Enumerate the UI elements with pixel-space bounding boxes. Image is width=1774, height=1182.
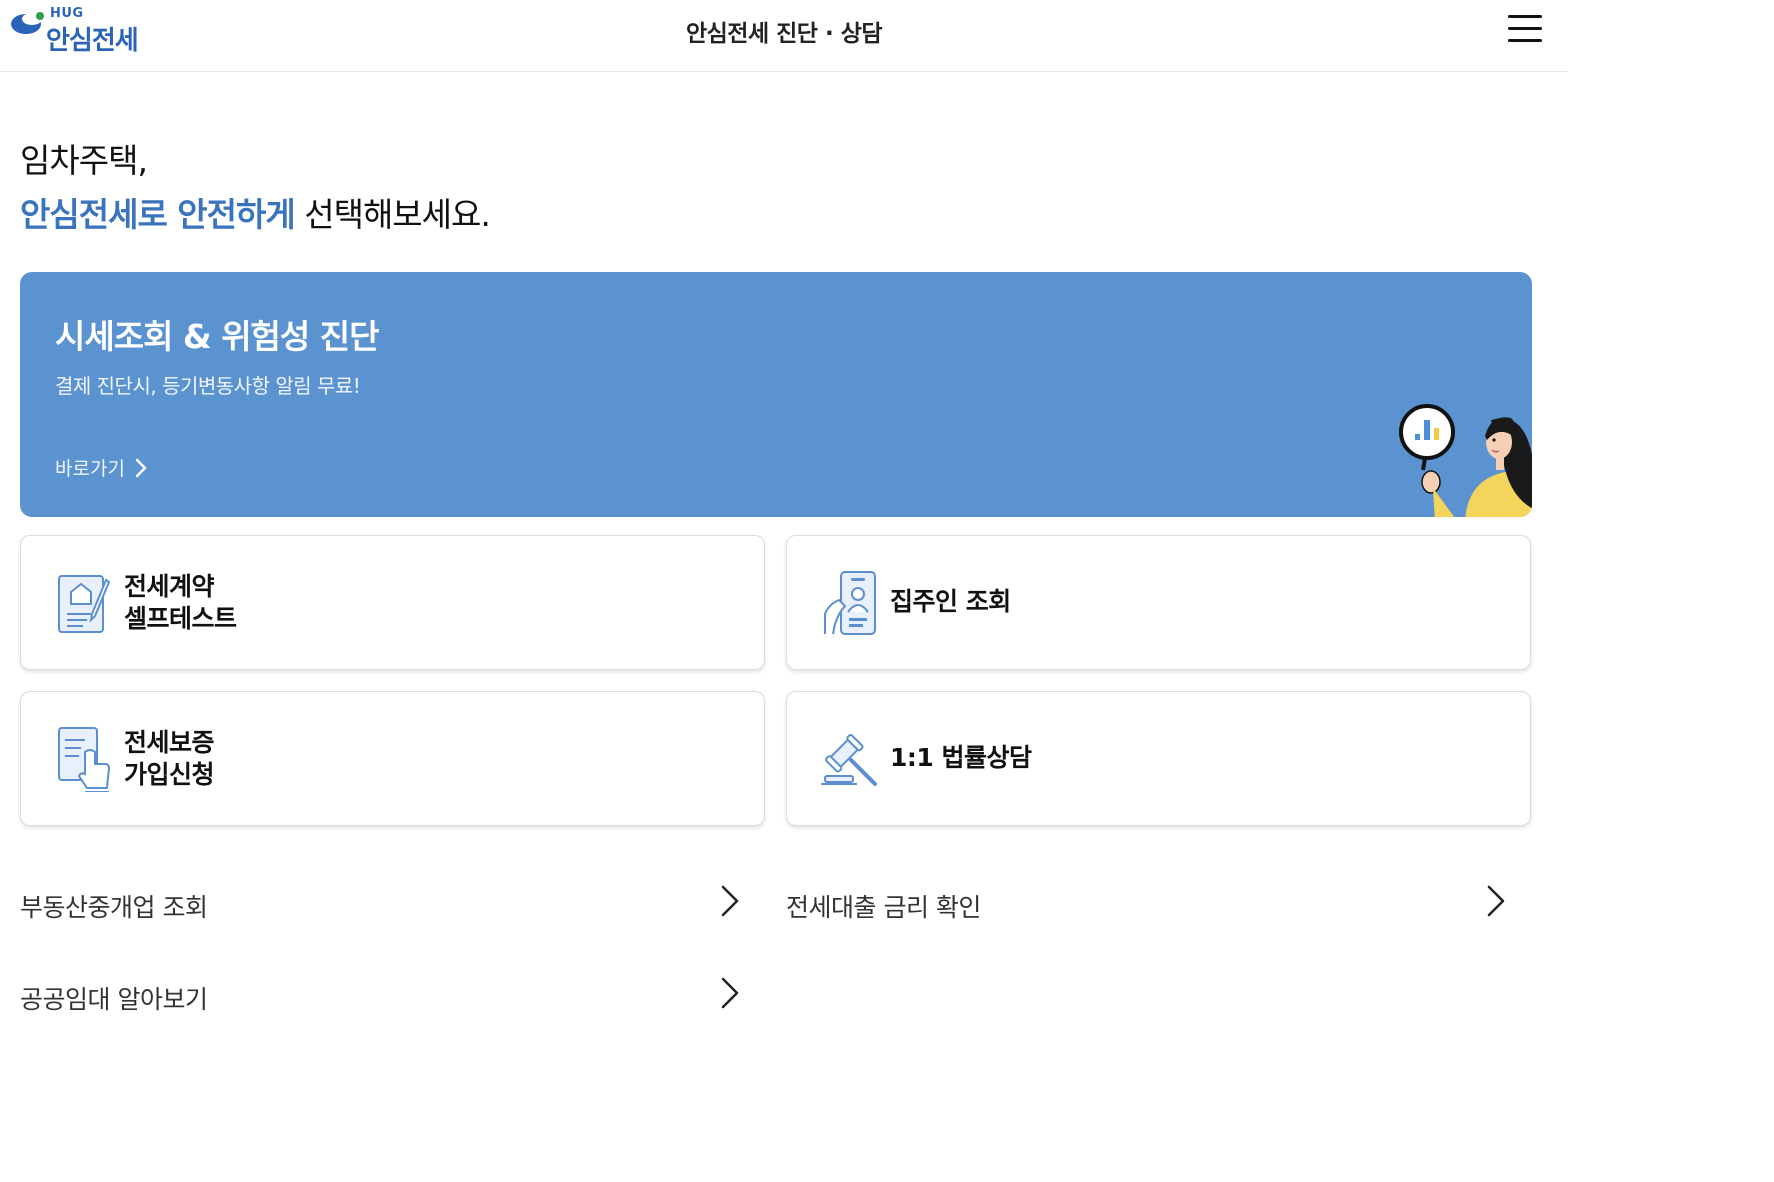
page: HUG 안심전세 안심전세 진단 · 상담 임차주택, 안심전세로 안전하게 선… xyxy=(0,0,1568,1046)
application-form-icon xyxy=(58,727,111,792)
headline-line2: 안심전세로 안전하게 선택해보세요. xyxy=(20,188,491,242)
chevron-right-icon xyxy=(135,458,147,477)
headline-line1: 임차주택, xyxy=(20,141,148,180)
contract-document-icon xyxy=(58,575,111,633)
page-title: 안심전세 진단 · 상담 xyxy=(685,21,883,47)
card-label-line2: 가입신청 xyxy=(124,760,215,789)
main-headline: 임차주택, 안심전세로 안전하게 선택해보세요. xyxy=(20,134,491,242)
link-label: 전세대출 금리 확인 xyxy=(786,893,981,922)
banner-subtitle: 결제 진단시, 등기변동사항 알림 무료! xyxy=(55,374,361,398)
card-label: 전세계약 셀프테스트 xyxy=(124,571,237,635)
jeonse-guarantee-card[interactable]: 전세보증 가입신청 xyxy=(20,691,765,826)
card-label: 1:1 법률상담 xyxy=(890,743,1032,772)
legal-consultation-card[interactable]: 1:1 법률상담 xyxy=(786,691,1531,826)
top-header: HUG 안심전세 안심전세 진단 · 상담 xyxy=(0,0,1568,72)
chevron-right-icon xyxy=(721,977,739,1009)
hamburger-line-icon xyxy=(1508,15,1542,18)
self-test-card[interactable]: 전세계약 셀프테스트 xyxy=(20,535,765,670)
card-label: 전세보증 가입신청 xyxy=(124,727,215,791)
headline-accent: 안심전세로 안전하게 xyxy=(20,195,296,234)
landlord-id-icon xyxy=(824,571,876,635)
hamburger-line-icon xyxy=(1508,27,1542,30)
link-label: 공공임대 알아보기 xyxy=(20,985,208,1014)
landlord-lookup-card[interactable]: 집주인 조회 xyxy=(786,535,1531,670)
public-rental-link[interactable]: 공공임대 알아보기 xyxy=(20,976,745,1016)
banner-title: 시세조회 & 위험성 진단 xyxy=(55,317,379,356)
card-label-line1: 전세보증 xyxy=(124,728,215,757)
gavel-icon xyxy=(821,734,877,786)
hamburger-menu-button[interactable] xyxy=(1505,12,1545,46)
chevron-right-icon xyxy=(1487,885,1505,917)
card-label: 집주인 조회 xyxy=(890,587,1011,616)
banner-go-link[interactable]: 바로가기 xyxy=(55,454,147,481)
broker-lookup-link[interactable]: 부동산중개업 조회 xyxy=(20,884,745,924)
hamburger-line-icon xyxy=(1508,39,1542,42)
headline-rest: 선택해보세요. xyxy=(294,195,491,234)
loan-rate-check-link[interactable]: 전세대출 금리 확인 xyxy=(786,884,1511,924)
banner-link-label: 바로가기 xyxy=(55,458,125,480)
woman-magnifier-illustration-icon xyxy=(1399,404,1532,517)
price-risk-diagnosis-banner[interactable]: 시세조회 & 위험성 진단 결제 진단시, 등기변동사항 알림 무료! 바로가기 xyxy=(20,272,1532,517)
card-label-line2: 셀프테스트 xyxy=(124,604,237,633)
chevron-right-icon xyxy=(721,885,739,917)
card-label-line1: 전세계약 xyxy=(124,572,215,601)
link-label: 부동산중개업 조회 xyxy=(20,893,208,922)
